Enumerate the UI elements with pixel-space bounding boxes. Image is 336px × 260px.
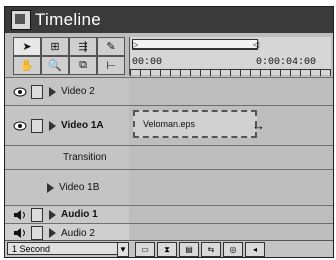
ruler-ticks [130,69,331,76]
speaker-icon[interactable] [13,208,27,222]
track-name: Transition [63,152,107,163]
track-header-video1b[interactable]: Video 1B [5,170,130,205]
ruler-mark-time: 0:00:04:00 [256,57,317,68]
arrow-select-icon[interactable]: ➤ [13,37,41,56]
track-header-video1a[interactable]: Video 1A [5,106,130,145]
timeline-app-icon [11,10,31,30]
status-buttons: ▭ ⧗ ▤ ⇆ ◎ ◂ [135,242,265,257]
expand-triangle-icon[interactable] [49,120,56,131]
track-row-video2: Video 2 [5,77,333,105]
track-header-video2[interactable]: Video 2 [5,78,130,105]
in-out-icon[interactable]: ⊢ [97,56,125,75]
track-area-video2[interactable] [129,78,333,105]
lock-toggle[interactable] [31,118,43,133]
hand-icon[interactable]: ✋ [13,56,41,75]
track-row-video1a: Video 1A Veloman.eps ↔ [5,105,333,145]
tools-panel: ➤ ⊞ ⇶ ✎ ✋ 🔍 ⧉ ⊢ [13,37,125,75]
chevron-down-icon[interactable]: ▼ [117,242,129,257]
clip-label: Veloman.eps [143,119,196,129]
lock-toggle[interactable] [31,207,43,222]
track-header-audio1[interactable]: Audio 1 [5,206,130,223]
work-area-bar[interactable]: ▷ ◁ [132,39,259,50]
speaker-icon[interactable] [13,226,27,240]
pen-icon[interactable]: ✎ [97,37,125,56]
track-name: Audio 2 [61,227,95,239]
lock-toggle[interactable] [31,84,43,99]
window-title: Timeline [35,10,102,29]
time-zoom-select[interactable]: 1 Second [7,242,125,255]
timeline-window: Timeline ➤ ⊞ ⇶ ✎ ✋ 🔍 ⧉ ⊢ ▷ ◁ 00:00 0:00:… [4,6,334,258]
expand-triangle-icon[interactable] [49,228,56,238]
zoom-icon[interactable]: 🔍 [41,56,69,75]
time-ruler[interactable]: ▷ ◁ 00:00 0:00:04:00 [129,37,331,76]
eye-icon[interactable] [13,119,27,133]
track-area-video1b[interactable] [129,170,333,205]
resize-cursor-icon: ↔ [252,118,265,133]
razor-icon[interactable]: ⧉ [69,56,97,75]
range-select-icon[interactable]: ⊞ [41,37,69,56]
track-area-audio1[interactable] [129,206,333,223]
sync-mode-icon[interactable]: ◎ [223,242,243,257]
track-header-transition[interactable]: Transition [5,146,130,169]
ruler-start-time: 00:00 [132,57,163,68]
expand-triangle-icon[interactable] [49,86,56,97]
clip-veloman[interactable]: Veloman.eps ↔ [133,110,265,138]
eye-icon[interactable] [13,85,27,99]
edge-view-icon[interactable]: ▤ [179,242,199,257]
expand-triangle-icon[interactable] [49,209,56,220]
track-format-icon[interactable]: ▭ [135,242,155,257]
work-area-start-marker[interactable]: ▷ [132,40,138,49]
track-row-video1b: Video 1B [5,169,333,205]
shift-tracks-icon[interactable]: ⇆ [201,242,221,257]
status-bar: 1 Second ▼ ▭ ⧗ ▤ ⇆ ◎ ◂ [5,240,333,257]
title-bar[interactable]: Timeline [5,7,333,33]
work-area-end-marker[interactable]: ◁ [253,40,259,49]
track-name: Video 2 [61,86,95,97]
track-name: Video 1B [59,182,100,193]
track-name: Video 1A [61,120,104,131]
expand-triangle-icon[interactable] [47,182,54,193]
lock-toggle[interactable] [31,226,43,240]
scroll-left-icon[interactable]: ◂ [245,242,265,257]
track-select-icon[interactable]: ⇶ [69,37,97,56]
track-row-audio1: Audio 1 [5,205,333,223]
track-name: Audio 1 [61,209,98,220]
snap-edges-icon[interactable]: ⧗ [157,242,177,257]
track-area-transition[interactable] [129,146,333,169]
track-area-video1a[interactable]: Veloman.eps ↔ [129,106,333,145]
track-row-transition: Transition [5,145,333,169]
